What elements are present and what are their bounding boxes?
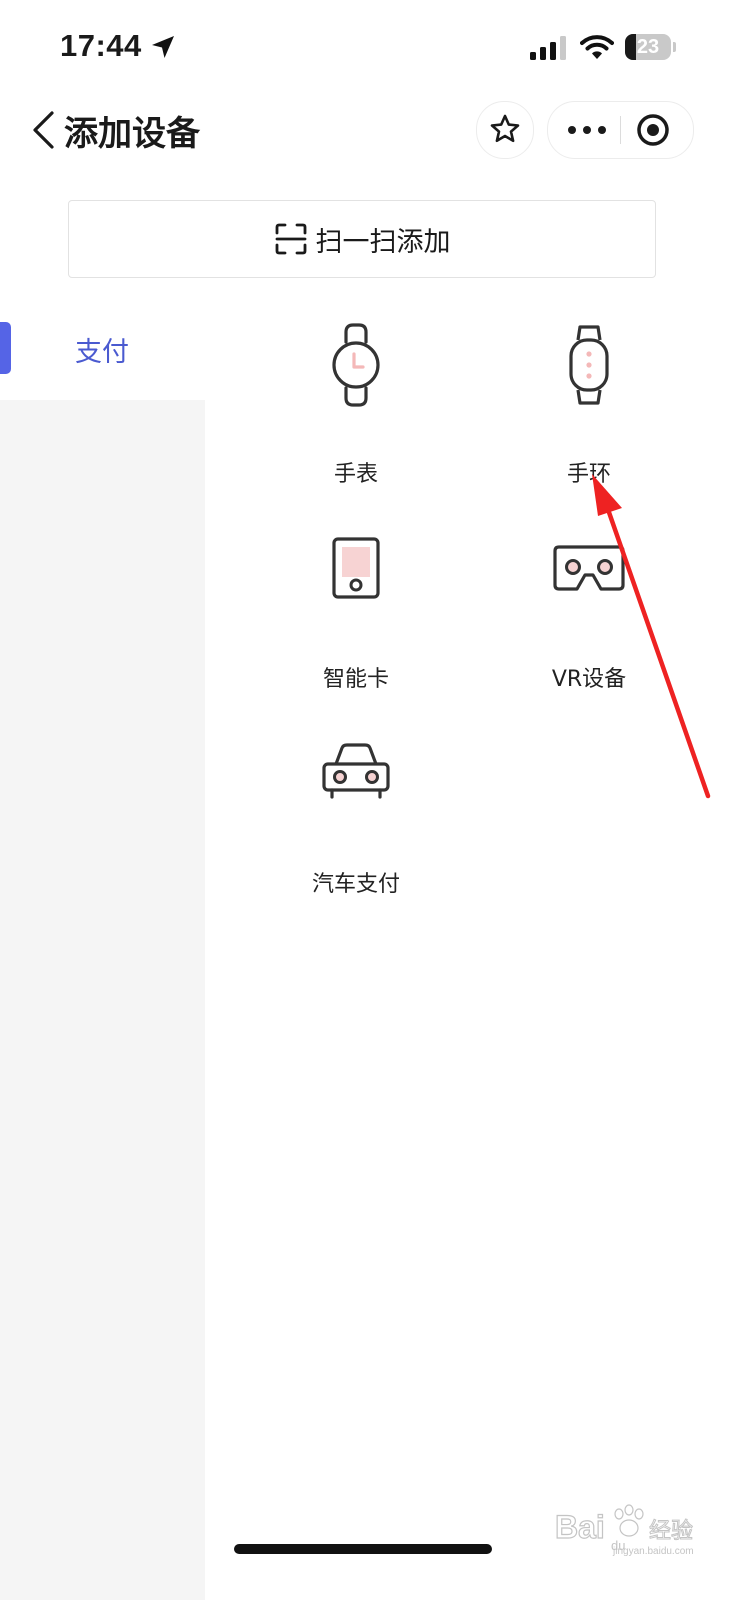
scan-frame-icon xyxy=(275,223,306,255)
close-button[interactable] xyxy=(621,102,693,158)
cellular-signal-icon xyxy=(530,36,566,60)
favorite-button[interactable] xyxy=(476,101,534,159)
svg-text:jingyan.baidu.com: jingyan.baidu.com xyxy=(612,1546,694,1556)
screen: 17:44 23 添加设备 扫一扫添加 支付 手表 手环 智能卡 VR设备 汽车… xyxy=(0,0,739,1600)
sidebar-item-payment[interactable]: 支付 xyxy=(0,300,205,400)
mini-program-capsule xyxy=(547,101,694,159)
page-title: 添加设备 xyxy=(64,114,200,154)
watch-icon xyxy=(332,323,380,407)
wifi-icon xyxy=(580,35,614,59)
battery-level: 23 xyxy=(636,36,660,58)
svg-text:Bai: Bai xyxy=(555,1509,605,1545)
device-car-payment[interactable]: 汽车支付 xyxy=(266,730,446,900)
active-indicator xyxy=(0,322,11,374)
battery-indicator: 23 xyxy=(625,34,671,60)
device-label: 智能卡 xyxy=(322,667,389,692)
svg-text:经验: 经验 xyxy=(649,1519,693,1544)
scan-add-label: 扫一扫添加 xyxy=(315,226,451,258)
band-icon xyxy=(569,325,609,405)
more-dots-icon xyxy=(568,126,606,134)
more-button[interactable] xyxy=(548,102,620,158)
device-watch[interactable]: 手表 xyxy=(266,320,446,490)
baidu-watermark-icon: Bai du 经验 jingyan.baidu.com xyxy=(555,1504,694,1556)
location-arrow-icon xyxy=(152,36,174,58)
status-bar: 17:44 23 xyxy=(0,0,739,92)
category-sidebar: 支付 xyxy=(0,300,205,1600)
annotation-arrow-icon xyxy=(592,474,711,799)
star-icon xyxy=(490,114,520,143)
chevron-left-icon[interactable] xyxy=(30,110,56,150)
device-label: 手表 xyxy=(333,462,378,487)
status-time: 17:44 xyxy=(60,28,142,63)
nav-bar: 添加设备 xyxy=(0,92,739,180)
scan-button-content: 扫一扫添加 xyxy=(69,201,655,277)
scan-add-button[interactable]: 扫一扫添加 xyxy=(68,200,656,278)
battery-nub xyxy=(673,42,676,52)
sidebar-item-label: 支付 xyxy=(75,337,129,368)
device-label: 汽车支付 xyxy=(311,872,400,897)
device-smart-card[interactable]: 智能卡 xyxy=(266,525,446,695)
home-indicator xyxy=(234,1544,492,1554)
car-icon xyxy=(322,743,390,799)
smart-card-icon xyxy=(332,537,380,599)
target-circle-icon xyxy=(637,114,669,146)
